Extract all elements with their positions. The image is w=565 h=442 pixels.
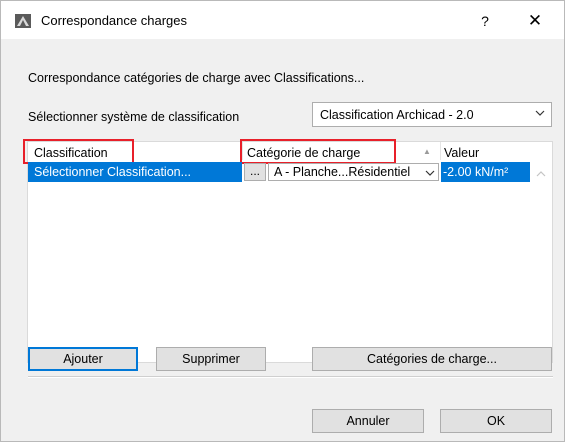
app-icon	[15, 14, 31, 28]
browse-classification-button[interactable]: ...	[244, 163, 266, 181]
highlight-box-classification	[23, 139, 134, 164]
dialog-window: Correspondance charges ? ✕ Correspondanc…	[0, 0, 565, 442]
table-row[interactable]: Sélectionner Classification... ... A - P…	[28, 162, 530, 182]
chevron-down-icon	[535, 110, 545, 116]
load-categories-button[interactable]: Catégories de charge...	[312, 347, 552, 371]
ok-button[interactable]: OK	[440, 409, 552, 433]
chevron-down-icon	[425, 170, 435, 176]
divider	[28, 377, 553, 378]
window-title: Correspondance charges	[41, 13, 187, 28]
column-header-value[interactable]: Valeur	[444, 146, 479, 160]
sort-asc-icon: ▲	[423, 147, 431, 156]
load-category-value: A - Planche...Résidentiel	[274, 165, 411, 179]
load-value-cell[interactable]: -2.00 kN/m²	[441, 162, 530, 182]
cancel-button[interactable]: Annuler	[312, 409, 424, 433]
dialog-content: Correspondance catégories de charge avec…	[1, 39, 564, 441]
classification-system-dropdown[interactable]: Classification Archicad - 2.0	[312, 102, 552, 127]
column-separator[interactable]	[440, 142, 441, 160]
intro-text: Correspondance catégories de charge avec…	[28, 71, 365, 85]
classification-system-value: Classification Archicad - 2.0	[320, 108, 474, 122]
scroll-up-icon[interactable]	[536, 170, 546, 178]
add-button[interactable]: Ajouter	[28, 347, 138, 371]
load-category-dropdown[interactable]: A - Planche...Résidentiel	[268, 163, 439, 181]
delete-button[interactable]: Supprimer	[156, 347, 266, 371]
mapping-table: Classification Catégorie de charge ▲ Val…	[23, 139, 553, 363]
title-bar: Correspondance charges ? ✕	[1, 1, 564, 39]
classification-cell[interactable]: Sélectionner Classification...	[28, 162, 242, 182]
classification-system-label: Sélectionner système de classification	[28, 110, 240, 124]
close-button[interactable]: ✕	[515, 9, 555, 33]
help-button[interactable]: ?	[467, 9, 503, 33]
highlight-box-category	[240, 139, 396, 164]
